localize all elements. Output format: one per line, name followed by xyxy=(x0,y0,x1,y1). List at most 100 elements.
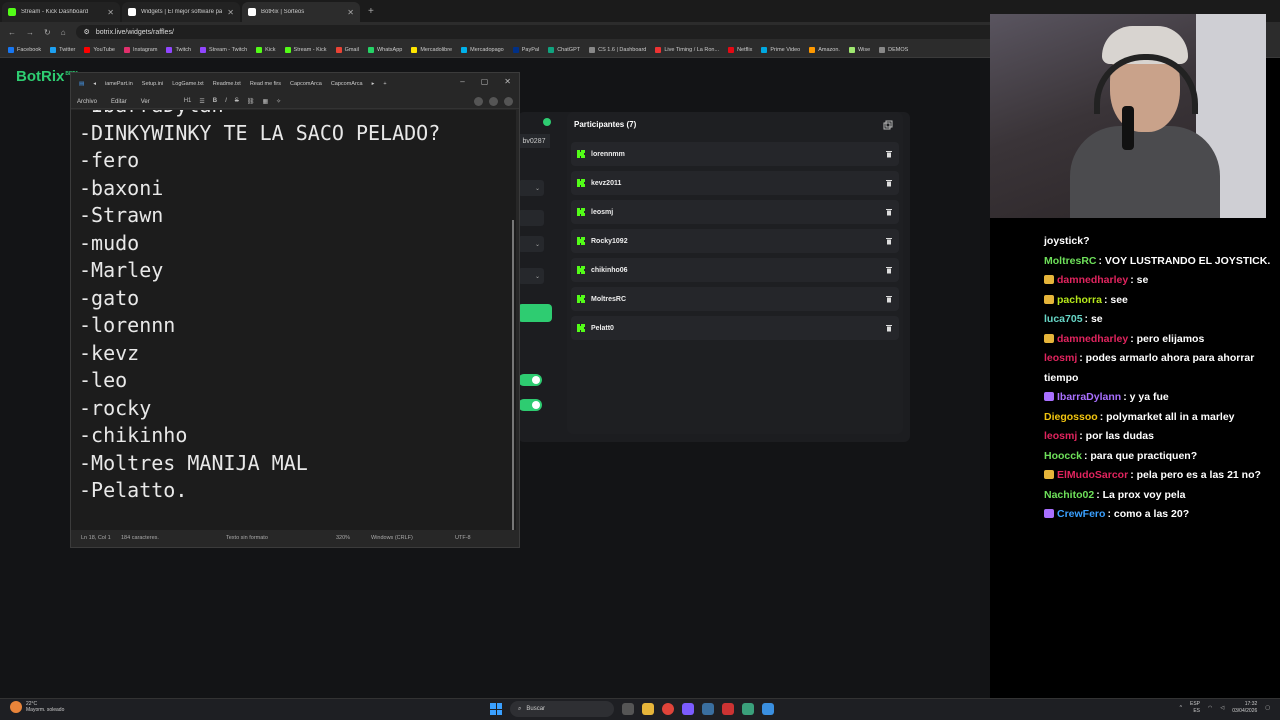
notepad-tab[interactable]: Readme.txt xyxy=(213,81,241,87)
bookmark-item[interactable]: Amazon. xyxy=(809,46,840,53)
browser-tab-1[interactable]: Widgets | El mejor software pa ✕ xyxy=(122,2,240,22)
bookmark-item[interactable]: Prime Video xyxy=(761,46,800,53)
notepad-text-area[interactable]: I -IbarraDylan-DINKYWINKY TE LA SACO PEL… xyxy=(71,110,516,530)
url-field[interactable]: ⚙ botrix.live/widgets/raffles/ xyxy=(75,25,1036,39)
dropdown-4[interactable]: ⌄ xyxy=(518,268,544,284)
chrome-icon[interactable] xyxy=(662,703,674,715)
tabs-scroll-left-icon[interactable]: ◂ xyxy=(93,81,96,87)
wifi-icon[interactable]: ◠ xyxy=(1208,705,1212,711)
bookmark-item[interactable]: Wise xyxy=(848,46,870,53)
bookmark-item[interactable]: Twitter xyxy=(50,46,75,53)
dropdown-2[interactable] xyxy=(518,210,544,226)
notepad-tab[interactable]: iamePart.in xyxy=(105,81,133,87)
notepad-taskbar-icon[interactable] xyxy=(762,703,774,715)
bookmark-item[interactable]: Twitch xyxy=(166,46,191,53)
copilot-icon[interactable] xyxy=(474,97,483,106)
chat-username[interactable]: damnedharley xyxy=(1057,274,1128,286)
close-tab-icon[interactable]: ✕ xyxy=(347,8,354,17)
table-icon[interactable]: ▦ xyxy=(262,98,268,105)
clock[interactable]: 17:32 03/04/2026 xyxy=(1232,701,1257,715)
minimize-icon[interactable]: – xyxy=(460,77,464,86)
copy-icon[interactable] xyxy=(883,120,893,130)
bookmark-item[interactable]: Live Timing / La Ron... xyxy=(655,46,719,53)
taskbar-search[interactable]: ⌕ Buscar xyxy=(510,701,614,717)
menu-ver[interactable]: Ver xyxy=(141,99,150,105)
trash-icon[interactable] xyxy=(885,208,893,216)
bookmark-item[interactable]: Gmail xyxy=(335,46,359,53)
file-explorer-icon[interactable] xyxy=(642,703,654,715)
notepad-tab[interactable]: LogGame.txt xyxy=(172,81,204,87)
tray-expand-icon[interactable]: ^ xyxy=(1180,705,1182,711)
bookmark-item[interactable]: CS 1.6 | Dashboard xyxy=(589,46,646,53)
strikethrough-icon[interactable]: S xyxy=(235,98,239,105)
notifications-icon[interactable]: ▢ xyxy=(1265,705,1270,711)
close-tab-icon[interactable]: ✕ xyxy=(107,8,114,17)
dropdown-1[interactable]: ⌄ xyxy=(518,180,544,196)
chat-username[interactable]: CrewFero xyxy=(1057,508,1105,520)
italic-icon[interactable]: I xyxy=(225,98,227,105)
trash-icon[interactable] xyxy=(885,324,893,332)
trash-icon[interactable] xyxy=(885,237,893,245)
bookmark-item[interactable]: Stream - Twitch xyxy=(200,46,247,53)
trash-icon[interactable] xyxy=(885,179,893,187)
steam-icon[interactable] xyxy=(702,703,714,715)
game-launcher-icon[interactable] xyxy=(722,703,734,715)
bookmark-item[interactable]: ChatGPT xyxy=(548,46,580,53)
volume-icon[interactable]: ◁ xyxy=(1220,705,1224,711)
chat-username[interactable]: ElMudoSarcor xyxy=(1057,469,1128,481)
chat-username[interactable]: leosmj xyxy=(1044,352,1077,364)
bookmark-item[interactable]: WhatsApp xyxy=(367,46,402,53)
clear-format-icon[interactable]: ✧ xyxy=(276,98,281,105)
chat-username[interactable]: IbarraDylann xyxy=(1057,391,1121,403)
bookmark-item[interactable]: Facebook xyxy=(8,46,41,53)
home-icon[interactable]: ⌂ xyxy=(61,28,66,37)
start-raffle-button[interactable] xyxy=(518,304,552,322)
close-icon[interactable]: ✕ xyxy=(504,77,511,86)
notepad-tab[interactable]: Setup.ini xyxy=(142,81,163,87)
chat-username[interactable]: Nachito02 xyxy=(1044,489,1094,501)
chat-username[interactable]: damnedharley xyxy=(1057,333,1128,345)
forward-icon[interactable]: → xyxy=(26,28,34,37)
trash-icon[interactable] xyxy=(885,150,893,158)
back-icon[interactable]: ← xyxy=(8,28,16,37)
notepad-tab[interactable]: CapcomArca xyxy=(290,81,322,87)
bold-icon[interactable]: B xyxy=(213,98,217,105)
bookmark-item[interactable]: YouTube xyxy=(84,46,115,53)
settings-icon[interactable] xyxy=(504,97,513,106)
toggle-2[interactable] xyxy=(518,399,542,411)
site-info-icon[interactable]: ⚙ xyxy=(84,28,90,36)
notepad-tab[interactable]: CapcomArca xyxy=(331,81,363,87)
dropdown-3[interactable]: ⌄ xyxy=(518,236,544,252)
reload-icon[interactable]: ↻ xyxy=(44,28,51,37)
task-view-icon[interactable] xyxy=(622,703,634,715)
language-indicator[interactable]: ESP ES xyxy=(1190,701,1200,715)
app-icon[interactable] xyxy=(742,703,754,715)
bookmark-item[interactable]: DEMOS xyxy=(879,46,908,53)
list-icon[interactable]: ☰ xyxy=(199,98,204,105)
toggle-1[interactable] xyxy=(518,374,542,386)
notepad-tab[interactable]: Read me firs xyxy=(250,81,281,87)
link-icon[interactable]: ⛓ xyxy=(247,98,255,105)
browser-tab-2[interactable]: BotRix | Sorteos ✕ xyxy=(242,2,360,22)
trash-icon[interactable] xyxy=(885,295,893,303)
menu-archivo[interactable]: Archivo xyxy=(77,99,97,105)
bookmark-item[interactable]: Netflix xyxy=(728,46,752,53)
trash-icon[interactable] xyxy=(885,266,893,274)
scrollbar[interactable] xyxy=(512,220,514,530)
bookmark-item[interactable]: Instagram xyxy=(123,46,157,53)
bookmark-item[interactable]: Mercadolibre xyxy=(411,46,452,53)
account-icon[interactable] xyxy=(489,97,498,106)
start-icon[interactable] xyxy=(490,703,502,715)
chat-username[interactable]: leosmj xyxy=(1044,430,1077,442)
bookmark-item[interactable]: Kick xyxy=(256,46,276,53)
chat-username[interactable]: luca705 xyxy=(1044,313,1083,325)
menu-editar[interactable]: Editar xyxy=(111,99,127,105)
format-mode[interactable]: Texto sin formato xyxy=(226,535,268,541)
new-tab-button[interactable]: + xyxy=(368,6,374,17)
chat-username[interactable]: pachorra xyxy=(1057,294,1102,306)
close-tab-icon[interactable]: ✕ xyxy=(227,8,234,17)
weather-widget[interactable]: 22°C Mayorm. soleado xyxy=(10,701,64,713)
heading-dropdown[interactable]: H1 xyxy=(184,98,192,105)
chat-username[interactable]: MoltresRC xyxy=(1044,255,1097,267)
browser-tab-0[interactable]: Stream - Kick Dashboard ✕ xyxy=(2,2,120,22)
